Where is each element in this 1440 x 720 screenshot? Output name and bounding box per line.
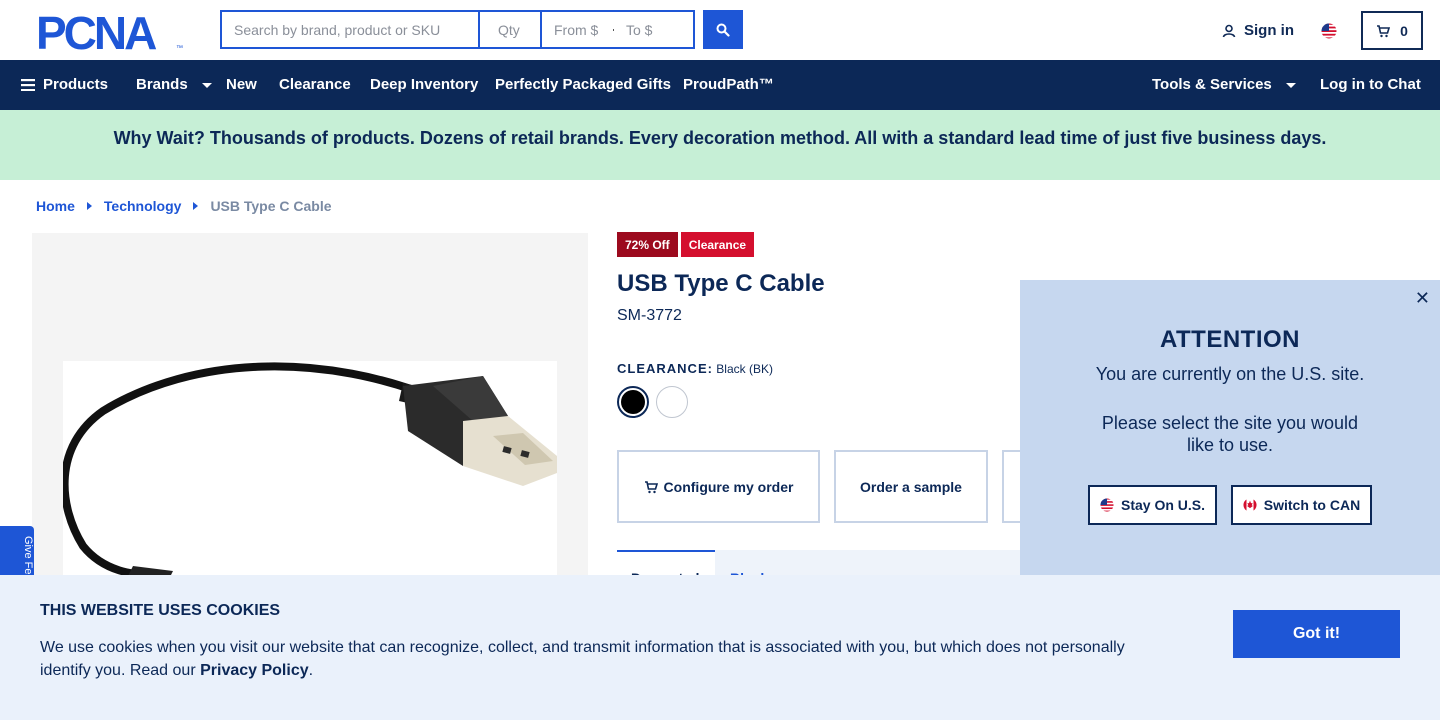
hamburger-icon bbox=[21, 78, 35, 91]
nav-products-label: Products bbox=[43, 76, 109, 93]
us-flag-icon[interactable] bbox=[1321, 23, 1337, 44]
search-icon bbox=[716, 23, 730, 37]
canada-flag-icon bbox=[1243, 498, 1257, 512]
nav-chat-label: Log in to Chat bbox=[1320, 76, 1421, 93]
promo-banner[interactable]: Why Wait? Thousands of products. Dozens … bbox=[0, 110, 1440, 180]
chevron-right-icon bbox=[193, 202, 199, 210]
chevron-down-icon bbox=[201, 83, 212, 88]
product-title: USB Type C Cable bbox=[617, 270, 825, 297]
cookie-accept-label: Got it! bbox=[1292, 625, 1341, 642]
switch-can-button[interactable]: Switch to CAN bbox=[1231, 485, 1372, 525]
price-range bbox=[540, 10, 695, 49]
breadcrumb-home[interactable]: Home bbox=[36, 198, 75, 214]
color-key: CLEARANCE: bbox=[617, 361, 713, 376]
order-sample-button[interactable]: Order a sample bbox=[834, 450, 988, 523]
nav-chat[interactable]: Log in to Chat bbox=[1320, 76, 1421, 93]
product-sku: SM-3772 bbox=[617, 307, 682, 324]
cookie-banner: THIS WEBSITE USES COOKIES We use cookies… bbox=[0, 575, 1440, 720]
nav-clearance-label: Clearance bbox=[279, 76, 351, 93]
swatch-white-dot bbox=[660, 390, 684, 414]
quantity-input[interactable] bbox=[478, 10, 540, 49]
search-bar bbox=[220, 10, 695, 49]
badge-group: 72% Off Clearance bbox=[617, 232, 755, 257]
region-instruction-2: like to use. bbox=[1186, 435, 1274, 455]
nav-new[interactable]: New bbox=[226, 76, 257, 93]
cookie-accept-button[interactable]: Got it! bbox=[1233, 610, 1400, 658]
nav-deep-inventory[interactable]: Deep Inventory bbox=[370, 76, 478, 93]
switch-can-label: Switch to CAN bbox=[1263, 497, 1361, 513]
region-heading: ATTENTION bbox=[1159, 326, 1301, 353]
sign-in-label: Sign in bbox=[1244, 22, 1294, 39]
region-select-modal: ✕ ATTENTION You are currently on the U.S… bbox=[1020, 280, 1440, 580]
cookie-title: THIS WEBSITE USES COOKIES bbox=[40, 602, 281, 619]
us-flag-icon bbox=[1100, 498, 1114, 512]
nav-clearance[interactable]: Clearance bbox=[279, 76, 351, 93]
color-value: Black (BK) bbox=[716, 362, 773, 376]
stay-us-label: Stay On U.S. bbox=[1120, 497, 1206, 513]
nav-deep-inventory-label: Deep Inventory bbox=[370, 76, 479, 93]
nav-new-label: New bbox=[226, 76, 257, 93]
color-label: CLEARANCE: Black (BK) bbox=[617, 361, 773, 376]
range-dash bbox=[613, 28, 614, 31]
color-swatches bbox=[617, 386, 688, 418]
nav-proudpath[interactable]: ProudPath™ bbox=[683, 76, 774, 93]
nav-gifts[interactable]: Perfectly Packaged Gifts bbox=[495, 76, 671, 93]
nav-gifts-label: Perfectly Packaged Gifts bbox=[495, 76, 671, 93]
svg-text:™: ™ bbox=[176, 45, 183, 52]
search-input[interactable] bbox=[220, 10, 478, 49]
breadcrumb-technology[interactable]: Technology bbox=[104, 198, 182, 214]
logo-text: PCNA bbox=[36, 12, 156, 52]
order-sample-label: Order a sample bbox=[860, 478, 962, 495]
cart-count: 0 bbox=[1400, 22, 1408, 39]
stay-us-button[interactable]: Stay On U.S. bbox=[1088, 485, 1217, 525]
nav-brands[interactable]: Brands bbox=[136, 76, 212, 93]
discount-badge: 72% Off bbox=[617, 232, 678, 257]
pcna-logo[interactable]: PCNA ™ bbox=[36, 7, 186, 59]
price-from-input[interactable] bbox=[554, 21, 609, 38]
feedback-label: Give Fe bbox=[22, 536, 34, 575]
promo-text: Why Wait? Thousands of products. Dozens … bbox=[113, 128, 1327, 148]
nav-brands-label: Brands bbox=[136, 76, 188, 93]
swatch-black[interactable] bbox=[617, 386, 649, 418]
cart-icon bbox=[1377, 24, 1391, 37]
user-icon bbox=[1222, 24, 1236, 37]
nav-tools[interactable]: Tools & Services bbox=[1152, 76, 1296, 93]
breadcrumb: Home Technology USB Type C Cable bbox=[36, 198, 332, 214]
main-nav: Products Brands New Clearance Deep Inven… bbox=[0, 60, 1440, 110]
nav-proudpath-label: ProudPath™ bbox=[683, 76, 774, 93]
price-to-input[interactable] bbox=[626, 21, 681, 38]
close-icon[interactable]: ✕ bbox=[1415, 288, 1430, 309]
configure-order-label: Configure my order bbox=[663, 478, 794, 495]
breadcrumb-current: USB Type C Cable bbox=[210, 198, 332, 214]
swatch-white[interactable] bbox=[656, 386, 688, 418]
cart-icon bbox=[644, 480, 658, 493]
nav-products[interactable]: Products bbox=[21, 76, 108, 93]
search-button[interactable] bbox=[703, 10, 743, 49]
cookie-text: We use cookies when you visit our websit… bbox=[40, 636, 1150, 682]
region-current-site: You are currently on the U.S. site. bbox=[1095, 364, 1365, 384]
site-header: PCNA ™ Sign in bbox=[0, 0, 1440, 60]
chevron-down-icon bbox=[1285, 83, 1296, 88]
region-instruction-1: Please select the site you would bbox=[1101, 413, 1359, 433]
privacy-policy-link[interactable]: Privacy Policy bbox=[200, 662, 309, 679]
nav-tools-label: Tools & Services bbox=[1152, 76, 1272, 93]
cookie-period: . bbox=[308, 662, 314, 679]
cart-button[interactable]: 0 bbox=[1361, 11, 1423, 50]
clearance-badge: Clearance bbox=[680, 232, 755, 257]
chevron-right-icon bbox=[86, 202, 92, 210]
swatch-black-dot bbox=[621, 390, 645, 414]
product-image-panel bbox=[32, 233, 588, 641]
configure-order-button[interactable]: Configure my order bbox=[617, 450, 820, 523]
sign-in-link[interactable]: Sign in bbox=[1222, 22, 1294, 39]
